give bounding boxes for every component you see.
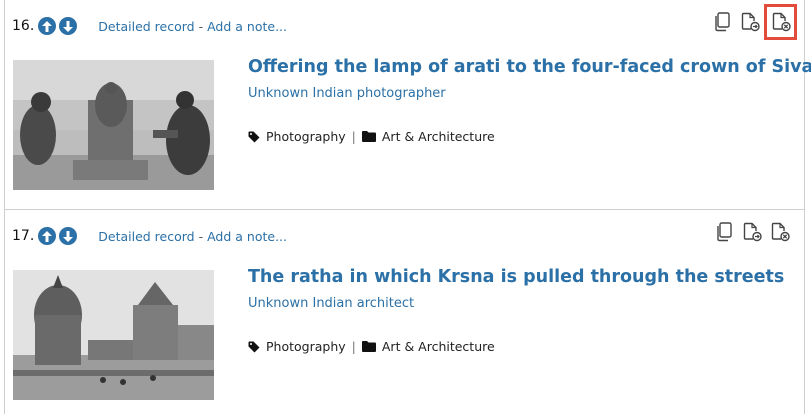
document-add-icon <box>743 222 762 242</box>
record-meta: Photography | Art & Architecture <box>248 339 495 354</box>
add-note-link[interactable]: Add a note... <box>207 229 287 244</box>
meta-divider: | <box>351 129 356 144</box>
add-note-link[interactable]: Add a note... <box>207 19 287 34</box>
record-header: 16. Detailed record - Add a note... <box>12 14 287 38</box>
record-creator[interactable]: Unknown Indian architect <box>248 296 414 311</box>
record-thumbnail[interactable] <box>13 270 214 400</box>
classification-label: Photography <box>266 129 346 144</box>
copy-button[interactable] <box>710 218 738 246</box>
move-up-button[interactable] <box>38 17 57 35</box>
arrow-up-circle-icon <box>42 20 53 32</box>
tag-icon <box>248 341 260 353</box>
record-header: 17. Detailed record - Add a note... <box>12 224 287 248</box>
result-record-17: 17. Detailed record - Add a note... The … <box>5 210 804 414</box>
move-down-button[interactable] <box>59 227 78 245</box>
collection-label: Art & Architecture <box>381 129 495 144</box>
result-record-16: 16. Detailed record - Add a note... Offe… <box>5 0 811 210</box>
add-to-set-button[interactable] <box>736 8 764 36</box>
record-creator[interactable]: Unknown Indian photographer <box>248 86 446 101</box>
detailed-record-link[interactable]: Detailed record <box>98 229 194 244</box>
record-links: Detailed record - Add a note... <box>98 229 287 244</box>
document-remove-icon <box>772 12 791 32</box>
record-thumbnail[interactable] <box>13 60 214 190</box>
tag-icon <box>248 131 260 143</box>
record-number: 16. <box>12 18 35 34</box>
document-remove-icon <box>771 222 790 242</box>
ratha-street-photo <box>13 270 214 400</box>
folder-icon <box>361 341 376 352</box>
copy-button[interactable] <box>708 8 736 36</box>
record-number: 17. <box>12 228 35 244</box>
folder-icon <box>361 131 376 142</box>
arati-offering-photo <box>13 60 214 190</box>
classification-label: Photography <box>266 339 346 354</box>
document-add-icon <box>741 12 760 32</box>
copy-icon <box>717 222 732 242</box>
arrow-up-circle-icon <box>42 230 53 242</box>
detailed-record-link[interactable]: Detailed record <box>98 19 194 34</box>
add-to-set-button[interactable] <box>738 218 766 246</box>
record-title[interactable]: Offering the lamp of arati to the four-f… <box>248 57 811 77</box>
move-down-button[interactable] <box>59 17 78 35</box>
link-separator: - <box>194 228 208 244</box>
record-title[interactable]: The ratha in which Krsna is pulled throu… <box>248 267 784 287</box>
copy-icon <box>715 12 730 32</box>
record-actions <box>710 218 794 246</box>
remove-button[interactable] <box>766 218 794 246</box>
arrow-down-circle-icon <box>63 230 74 242</box>
record-links: Detailed record - Add a note... <box>98 19 287 34</box>
record-meta: Photography | Art & Architecture <box>248 129 495 144</box>
link-separator: - <box>194 18 208 34</box>
arrow-down-circle-icon <box>63 20 74 32</box>
record-actions <box>708 4 797 40</box>
remove-button[interactable] <box>764 4 797 40</box>
collection-label: Art & Architecture <box>381 339 495 354</box>
meta-divider: | <box>351 339 356 354</box>
move-up-button[interactable] <box>38 227 57 245</box>
